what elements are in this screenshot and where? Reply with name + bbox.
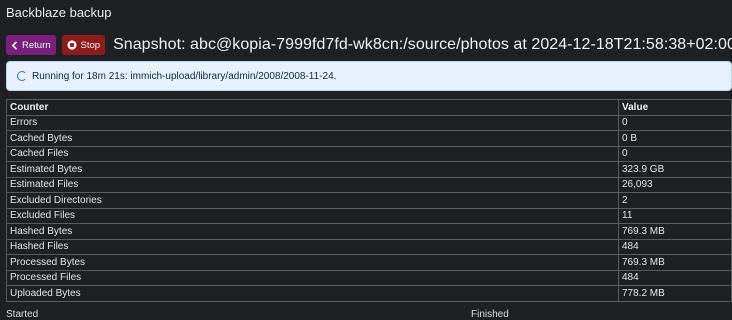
spinner-icon <box>17 71 27 81</box>
counter-value-cell: 0 <box>618 145 732 162</box>
table-row: Processed Bytes 769.3 MB <box>6 254 732 271</box>
counter-name-cell: Cached Bytes <box>6 130 619 147</box>
table-row: Hashed Bytes 769.3 MB <box>6 223 732 240</box>
counter-value-cell: 0 B <box>618 130 732 147</box>
return-button-label: Return <box>22 39 51 51</box>
counter-value-cell: 11 <box>618 207 732 224</box>
table-row: Hashed Files 484 <box>6 238 732 255</box>
app-title: Backblaze backup <box>6 5 112 20</box>
counters-table: Counter Value Errors 0 Cached Bytes 0 B Cach… <box>6 99 732 302</box>
status-message: Running for 18m 21s: immich-upload/libra… <box>32 70 337 82</box>
counter-name-cell: Hashed Bytes <box>6 223 619 240</box>
table-header-row: Counter Value <box>6 99 732 116</box>
header-row: Return Stop Snapshot: abc@kopia-7999fd7f… <box>6 35 732 55</box>
counter-name-cell: Hashed Files <box>6 238 619 255</box>
counter-value-cell: 769.3 MB <box>618 254 732 271</box>
counter-value-cell: 769.3 MB <box>618 223 732 240</box>
counter-name-cell: Errors <box>6 114 619 131</box>
counter-value-cell: 2 <box>618 192 732 209</box>
counter-value-cell: 484 <box>618 269 732 286</box>
counter-name-cell: Excluded Files <box>6 207 619 224</box>
table-row: Excluded Directories 2 <box>6 192 732 209</box>
counter-name-cell: Excluded Directories <box>6 192 619 209</box>
column-header-value[interactable]: Value <box>618 99 732 116</box>
status-alert: Running for 18m 21s: immich-upload/libra… <box>6 61 732 91</box>
counter-value-cell: 778.2 MB <box>618 285 732 302</box>
page-title: Snapshot: abc@kopia-7999fd7fd-wk8cn:/sou… <box>113 36 732 53</box>
counter-value-cell: 323.9 GB <box>618 161 732 178</box>
table-row: Cached Bytes 0 B <box>6 130 732 147</box>
counter-name-cell: Processed Files <box>6 269 619 286</box>
stop-button-label: Stop <box>80 39 101 51</box>
table-row: Estimated Bytes 323.9 GB <box>6 161 732 178</box>
chevron-left-icon <box>11 40 18 50</box>
table-row: Processed Files 484 <box>6 269 732 286</box>
table-row: Excluded Files 11 <box>6 207 732 224</box>
counter-name-cell: Estimated Files <box>6 176 619 193</box>
stop-circle-icon <box>66 40 77 50</box>
counter-name-cell: Estimated Bytes <box>6 161 619 178</box>
table-row: Uploaded Bytes 778.2 MB <box>6 285 732 302</box>
stop-button[interactable]: Stop <box>61 35 106 55</box>
counter-value-cell: 484 <box>618 238 732 255</box>
table-row: Estimated Files 26,093 <box>6 176 732 193</box>
column-header-counter[interactable]: Counter <box>6 99 619 116</box>
return-button[interactable]: Return <box>6 35 56 55</box>
table-body: Errors 0 Cached Bytes 0 B Cached Files 0 Estim… <box>6 114 732 302</box>
counter-name-cell: Cached Files <box>6 145 619 162</box>
table-row: Cached Files 0 <box>6 145 732 162</box>
table-row: Errors 0 <box>6 114 732 131</box>
counter-name-cell: Processed Bytes <box>6 254 619 271</box>
counter-value-cell: 26,093 <box>618 176 732 193</box>
counter-name-cell: Uploaded Bytes <box>6 285 619 302</box>
counter-value-cell: 0 <box>618 114 732 131</box>
